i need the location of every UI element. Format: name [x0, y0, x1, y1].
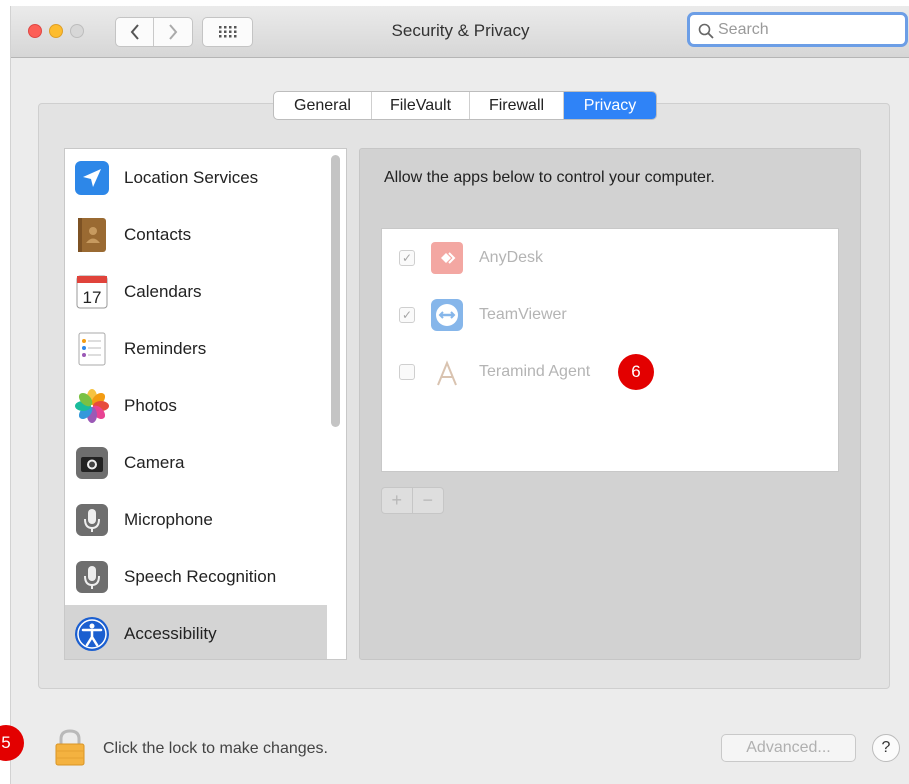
lock-hint-text: Click the lock to make changes. — [103, 740, 328, 757]
anydesk-icon — [429, 240, 465, 276]
chevron-left-icon — [130, 24, 139, 40]
app-name: AnyDesk — [479, 249, 544, 266]
zoom-window-button[interactable] — [70, 24, 84, 38]
app-name: Teramind Agent — [479, 363, 591, 380]
sidebar-item-calendars[interactable]: 17 Calendars — [65, 263, 327, 320]
back-button[interactable] — [116, 18, 154, 46]
app-row-teramind-agent[interactable]: Teramind Agent — [382, 347, 840, 397]
calendar-icon: 17 — [74, 274, 110, 310]
teamviewer-icon — [429, 297, 465, 333]
sidebar-item-microphone[interactable]: Microphone — [65, 491, 327, 548]
pane-heading: Allow the apps below to control your com… — [384, 169, 715, 186]
sidebar-item-photos[interactable]: Photos — [65, 377, 327, 434]
sidebar-item-accessibility[interactable]: Accessibility — [65, 605, 327, 659]
tab-general[interactable]: General — [274, 92, 372, 119]
sidebar-item-label: Speech Recognition — [124, 566, 277, 586]
remove-app-button[interactable]: − — [413, 488, 444, 513]
close-window-button[interactable] — [28, 24, 42, 38]
search-field[interactable]: Search — [687, 12, 908, 47]
calendar-icon-date: 17 — [83, 288, 102, 307]
camera-icon — [74, 445, 110, 481]
sidebar-item-label: Location Services — [124, 167, 259, 187]
chevron-right-icon — [169, 24, 178, 40]
sidebar-item-speech-recognition[interactable]: Speech Recognition — [65, 548, 327, 605]
sidebar-item-label: Camera — [124, 452, 185, 472]
help-button[interactable]: ? — [872, 734, 900, 762]
app-checkbox[interactable]: ✓ — [399, 307, 415, 323]
sidebar-item-label: Photos — [124, 395, 177, 415]
app-name: TeamViewer — [479, 306, 567, 323]
tab-privacy[interactable]: Privacy — [564, 92, 656, 119]
sidebar-item-label: Microphone — [124, 509, 213, 529]
app-checkbox[interactable]: ✓ — [399, 250, 415, 266]
sidebar-item-label: Reminders — [124, 338, 207, 358]
list-scrollbar[interactable] — [331, 155, 340, 427]
add-remove-buttons: + − — [381, 487, 444, 514]
lock-button[interactable] — [53, 728, 87, 771]
search-icon — [698, 23, 714, 39]
security-privacy-window: Security & Privacy Search General FileVa… — [10, 6, 909, 784]
grid-icon — [218, 26, 236, 38]
accessibility-detail-pane: Allow the apps below to control your com… — [359, 148, 861, 660]
title-bar: Security & Privacy Search — [11, 6, 909, 58]
photos-pinwheel-icon — [74, 388, 110, 424]
sidebar-item-location-services[interactable]: Location Services — [65, 149, 327, 206]
back-forward-buttons — [115, 17, 193, 47]
accessibility-icon — [74, 616, 110, 652]
sidebar-item-label: Calendars — [124, 281, 202, 301]
advanced-button[interactable]: Advanced... — [721, 734, 856, 762]
teramind-icon — [429, 354, 465, 390]
add-app-button[interactable]: + — [382, 488, 413, 513]
minimize-window-button[interactable] — [49, 24, 63, 38]
app-checkbox[interactable] — [399, 364, 415, 380]
speech-microphone-icon — [74, 559, 110, 595]
microphone-icon — [74, 502, 110, 538]
search-placeholder: Search — [718, 21, 769, 38]
sidebar-item-reminders[interactable]: Reminders — [65, 320, 327, 377]
contacts-book-icon — [74, 217, 110, 253]
sidebar-item-camera[interactable]: Camera — [65, 434, 327, 491]
sidebar-item-label: Accessibility — [124, 623, 217, 643]
sidebar-item-contacts[interactable]: Contacts — [65, 206, 327, 263]
sidebar-item-label: Contacts — [124, 224, 192, 244]
reminders-list-icon — [74, 331, 110, 367]
show-all-button[interactable] — [202, 17, 253, 47]
location-arrow-icon — [74, 160, 110, 196]
annotation-badge-6: 6 — [618, 354, 654, 390]
app-list[interactable]: ✓ AnyDesk ✓ TeamViewer Teramind Agent — [381, 228, 839, 472]
tab-firewall[interactable]: Firewall — [470, 92, 564, 119]
forward-button[interactable] — [154, 18, 192, 46]
privacy-category-list[interactable]: Location Services Contacts 17 Calendars — [64, 148, 347, 660]
app-row-teamviewer[interactable]: ✓ TeamViewer — [382, 290, 840, 340]
app-row-anydesk[interactable]: ✓ AnyDesk — [382, 233, 840, 283]
lock-icon — [55, 729, 85, 766]
tab-filevault[interactable]: FileVault — [372, 92, 470, 119]
tab-bar: General FileVault Firewall Privacy — [273, 91, 657, 120]
